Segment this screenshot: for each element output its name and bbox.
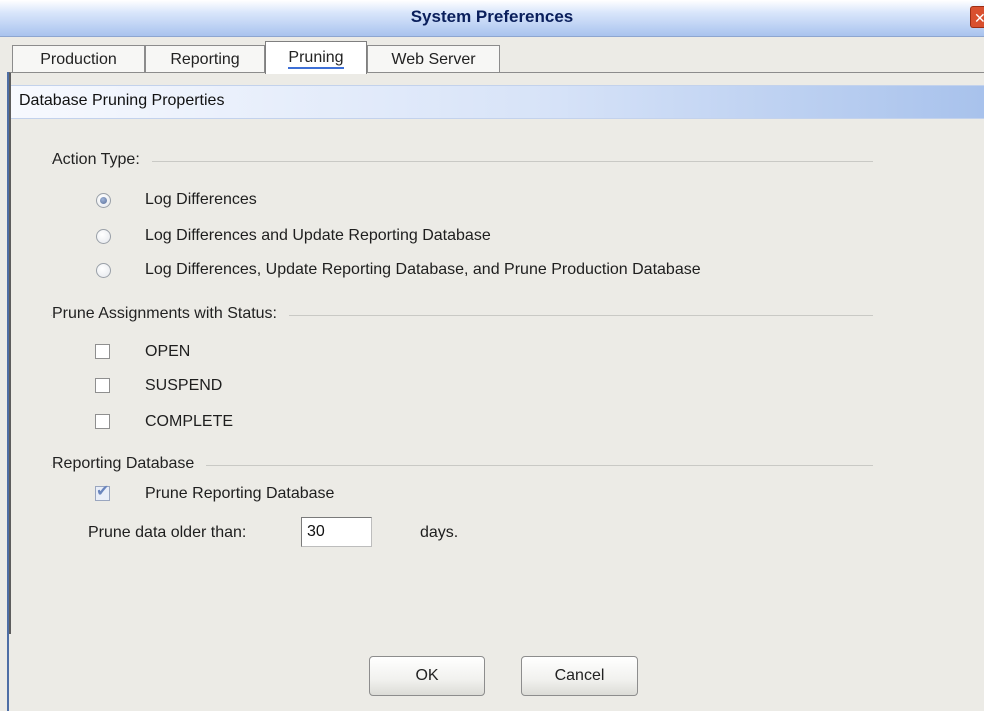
action-type-divider [51, 161, 873, 162]
title-bar[interactable]: System Preferences ✕ [0, 0, 984, 37]
radio-label-log-update-reporting[interactable]: Log Differences and Update Reporting Dat… [145, 227, 491, 245]
tab-reporting[interactable]: Reporting [145, 45, 265, 73]
system-preferences-window: System Preferences ✕ Production Reportin… [0, 0, 984, 711]
radio-label-log-differences[interactable]: Log Differences [145, 191, 257, 209]
checkbox-suspend[interactable] [95, 378, 110, 393]
days-input[interactable] [301, 517, 372, 547]
radio-label-log-update-prune[interactable]: Log Differences, Update Reporting Databa… [145, 261, 701, 279]
checkmark-icon: ✔ [96, 483, 110, 500]
cancel-button[interactable]: Cancel [521, 656, 638, 696]
pruning-panel: Database Pruning Properties Action Type:… [9, 72, 984, 634]
checkbox-open[interactable] [95, 344, 110, 359]
tab-production[interactable]: Production [12, 45, 145, 73]
action-type-label: Action Type: [52, 151, 152, 169]
tab-web-server[interactable]: Web Server [367, 45, 500, 73]
checkbox-complete[interactable] [95, 414, 110, 429]
ok-button[interactable]: OK [369, 656, 485, 696]
close-icon[interactable]: ✕ [970, 6, 984, 28]
days-unit-label: days. [420, 524, 459, 541]
radio-log-update-reporting[interactable] [96, 229, 111, 244]
checkbox-label-open[interactable]: OPEN [145, 343, 190, 361]
panel-title: Database Pruning Properties [19, 92, 225, 109]
checkbox-prune-reporting-db[interactable]: ✔ [95, 483, 110, 501]
prune-older-than-label: Prune data older than: [88, 524, 247, 541]
tab-pruning[interactable]: Pruning [265, 41, 367, 74]
radio-log-update-prune[interactable] [96, 263, 111, 278]
checkbox-label-complete[interactable]: COMPLETE [145, 413, 233, 431]
radio-log-differences[interactable] [96, 193, 111, 208]
window-title: System Preferences [410, 7, 574, 26]
reporting-db-label: Reporting Database [52, 455, 207, 473]
checkbox-label-suspend[interactable]: SUSPEND [145, 377, 222, 395]
checkbox-label-prune-reporting-db[interactable]: Prune Reporting Database [145, 485, 334, 503]
panel-header: Database Pruning Properties [11, 85, 984, 119]
prune-status-label: Prune Assignments with Status: [52, 305, 289, 323]
tab-strip: Production Reporting Pruning Web Server [12, 41, 984, 74]
